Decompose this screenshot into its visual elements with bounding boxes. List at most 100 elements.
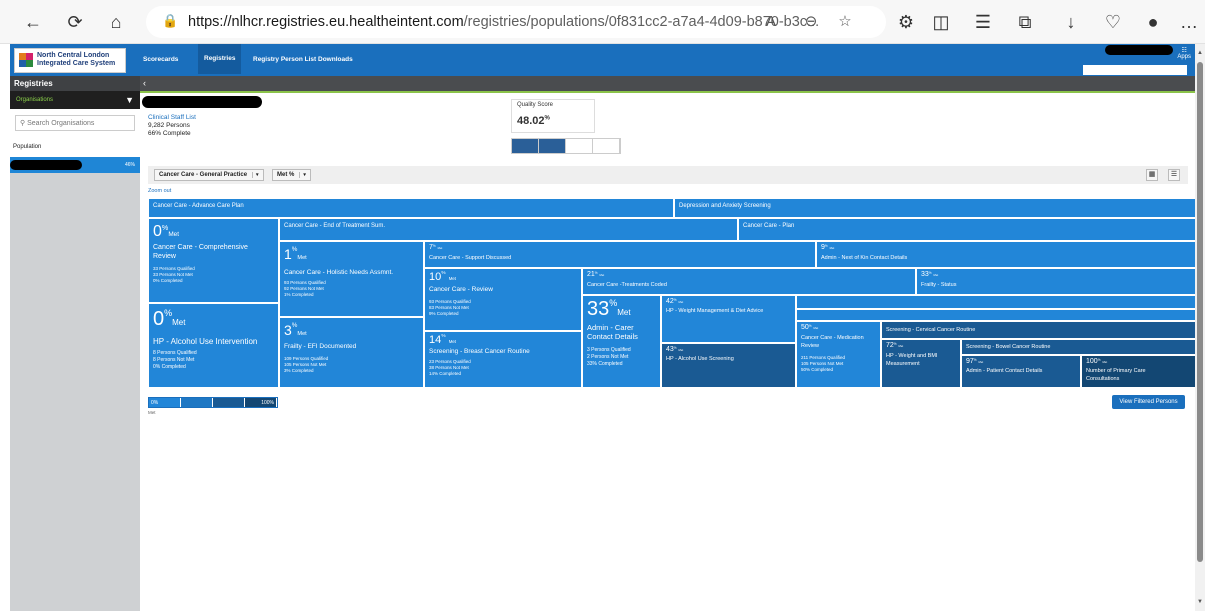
nav-downloads[interactable]: Registry Person List Downloads (253, 56, 353, 63)
qs-segment (593, 139, 620, 153)
page-scrollbar[interactable]: ▲ ▼ (1195, 44, 1205, 611)
tile-pct: 33 (921, 271, 929, 278)
program-value: Cancer Care - General Practice (159, 172, 248, 178)
tile-patient-contact[interactable]: 97% Met Admin - Patient Contact Details (961, 355, 1081, 388)
zoom-icon[interactable]: ⊖ (800, 11, 822, 33)
tile-name: Frailty - EFI Documented (284, 343, 357, 350)
tile-support-discussed[interactable]: 7% Met Cancer Care - Support Discussed (424, 241, 816, 268)
metric-select[interactable]: Met % ▾ (272, 169, 311, 181)
tile-stat: 9% Completed (429, 311, 459, 316)
qs-segment (512, 139, 539, 153)
tile-name: Cancer Care - Plan (743, 223, 795, 229)
tile-next-of-kin[interactable]: 9% Met Admin - Next of Kin Contact Detai… (816, 241, 1196, 268)
split-screen-icon[interactable]: ◫ (928, 9, 954, 35)
grid-view-icon[interactable]: ▦ (1146, 169, 1158, 181)
program-select[interactable]: Cancer Care - General Practice ▾ (154, 169, 264, 181)
scroll-down-icon[interactable]: ▼ (1197, 599, 1203, 605)
tile-name: Admin - Next of Kin Contact Details (821, 255, 908, 261)
tile-name: Cancer Care - Holistic Needs Assmnt. (284, 269, 394, 276)
organisation-name-redacted (10, 160, 82, 170)
zoom-out-link[interactable]: Zoom out (148, 188, 171, 194)
tile-efi-documented[interactable]: 3%Met Frailty - EFI Documented 109 Perso… (279, 317, 424, 388)
favorites-icon[interactable]: ☰ (970, 9, 996, 35)
tile-name: Cancer Care -Treatments Coded (587, 282, 667, 288)
address-bar[interactable]: 🔒 https://nlhcr.registries.eu.healtheint… (146, 6, 886, 38)
logo[interactable]: North Central London Integrated Care Syst… (14, 48, 126, 73)
tile-name: HP - Weight Management & Diet Advice (666, 308, 764, 314)
list-view-icon[interactable]: ☰ (1168, 169, 1180, 181)
scroll-thumb[interactable] (1197, 62, 1203, 562)
tile-stat: 0% Completed (153, 278, 183, 283)
chevron-left-icon[interactable]: ‹ (143, 78, 146, 88)
tile-end-of-treatment[interactable]: Cancer Care - End of Treatment Sum. (279, 218, 738, 241)
tile-weight-management[interactable]: 42% Met HP - Weight Management & Diet Ad… (661, 295, 796, 343)
tile-alcohol-intervention[interactable]: 0%Met HP - Alcohol Use Intervention 8 Pe… (148, 303, 279, 388)
tile-pct: 21 (587, 271, 595, 278)
nav-registries[interactable]: Registries (198, 44, 242, 74)
tile-name: Admin - Carer (587, 323, 634, 332)
tile-name: Screening - Bowel Cancer Routine (966, 344, 1051, 350)
organisation-pct: 46% (124, 162, 135, 168)
tile-name: Screening - Cervical Cancer Routine (886, 327, 976, 333)
favorite-icon[interactable]: ☆ (834, 11, 856, 33)
back-icon[interactable]: ← (20, 9, 46, 35)
scroll-up-icon[interactable]: ▲ (1197, 50, 1203, 56)
selected-organisation[interactable]: 46% (10, 157, 140, 173)
tile-treatments-coded[interactable]: 21% Met Cancer Care -Treatments Coded (582, 268, 916, 295)
tile-bowel-screening[interactable]: Screening - Bowel Cancer Routine (961, 339, 1196, 355)
downloads-icon[interactable]: ↓ (1058, 9, 1084, 35)
home-icon[interactable]: ⌂ (103, 9, 129, 35)
tile-cancer-plan[interactable]: Cancer Care - Plan (738, 218, 1196, 241)
tile-name: Number of Primary Care (1086, 368, 1146, 374)
population-label: Population (10, 137, 140, 157)
top-search-input[interactable] (1083, 65, 1187, 75)
profile-icon[interactable]: ● (1140, 9, 1166, 35)
apps-button[interactable]: ☷ Apps (1177, 47, 1191, 60)
filter-icon[interactable]: ▼ (125, 95, 134, 105)
tile-name: Cancer Care - End of Treatment Sum. (284, 223, 386, 229)
more-icon[interactable]: … (1176, 9, 1202, 35)
tile-depression-screening[interactable]: Depression and Anxiety Screening (674, 198, 1196, 218)
tile-cervical-screening[interactable]: Screening - Cervical Cancer Routine (881, 321, 1196, 339)
tile-stat: 8 Persons Not Met (153, 357, 195, 363)
collections-icon[interactable]: ⧉ (1012, 9, 1038, 35)
tile-breast-screening[interactable]: 14% Met Screening - Breast Cancer Routin… (424, 331, 582, 388)
tile-medication-review[interactable]: 50% Met Cancer Care - Medication Review … (796, 321, 881, 388)
tile-carer-contact[interactable]: 33%Met Admin - Carer Contact Details 3 P… (582, 295, 661, 388)
legend-segment (213, 398, 245, 407)
view-filtered-persons-button[interactable]: View Filtered Persons (1112, 395, 1185, 409)
tile-primary-care-consultations[interactable]: 100% Met Number of Primary Care Consulta… (1081, 355, 1196, 388)
read-aloud-icon[interactable]: A (760, 11, 782, 33)
tile-pct: 10 (429, 271, 442, 283)
tile-stat: 2 Persons Not Met (587, 354, 629, 360)
logo-line1: North Central London (37, 52, 110, 59)
tile-unlabelled-2[interactable] (796, 309, 1196, 321)
tile-cancer-review[interactable]: 10% Met Cancer Care - Review 93 Persons … (424, 268, 582, 331)
tile-comprehensive-review[interactable]: 0%Met Cancer Care - Comprehensive Review… (148, 218, 279, 303)
tile-frailty-status[interactable]: 33% Met Frailty - Status (916, 268, 1196, 295)
tile-alcohol-screening[interactable]: 43% Met HP - Alcohol Use Screening (661, 343, 796, 388)
extensions-icon[interactable]: ⚙ (893, 9, 919, 35)
tile-stat: 3% Completed (284, 368, 314, 373)
organisation-search-input[interactable]: ⚲ Search Organisations (15, 115, 135, 131)
collapse-bar[interactable]: ‹ (140, 76, 1195, 91)
clinical-staff-link[interactable]: Clinical Staff List (148, 114, 196, 121)
tile-holistic-needs[interactable]: 1%Met Cancer Care - Holistic Needs Assmn… (279, 241, 424, 317)
refresh-icon[interactable]: ⟳ (62, 9, 88, 35)
health-icon[interactable]: ♡ (1100, 9, 1126, 35)
tile-advance-care-plan[interactable]: Cancer Care - Advance Care Plan (148, 198, 674, 218)
persons-count: 9,282 Persons (148, 122, 190, 129)
quality-score-card: Quality Score 48.02% (511, 99, 595, 133)
tile-pct: 97 (966, 358, 974, 365)
tile-unlabelled-1[interactable] (796, 295, 1196, 309)
nav-scorecards[interactable]: Scorecards (143, 56, 178, 63)
tile-stat: 3 Persons Qualified (587, 347, 631, 353)
app-header: North Central London Integrated Care Syst… (10, 44, 1195, 76)
logo-line2: Integrated Care System (37, 60, 116, 67)
legend-high: 100% (245, 398, 277, 407)
organisations-label: Organisations (16, 97, 54, 103)
apps-label: Apps (1177, 54, 1191, 60)
tile-weight-bmi[interactable]: 72% Met HP - Weight and BMI Measurement (881, 339, 961, 388)
tile-name: Admin - Patient Contact Details (966, 368, 1043, 374)
quality-score-label: Quality Score (517, 102, 554, 108)
